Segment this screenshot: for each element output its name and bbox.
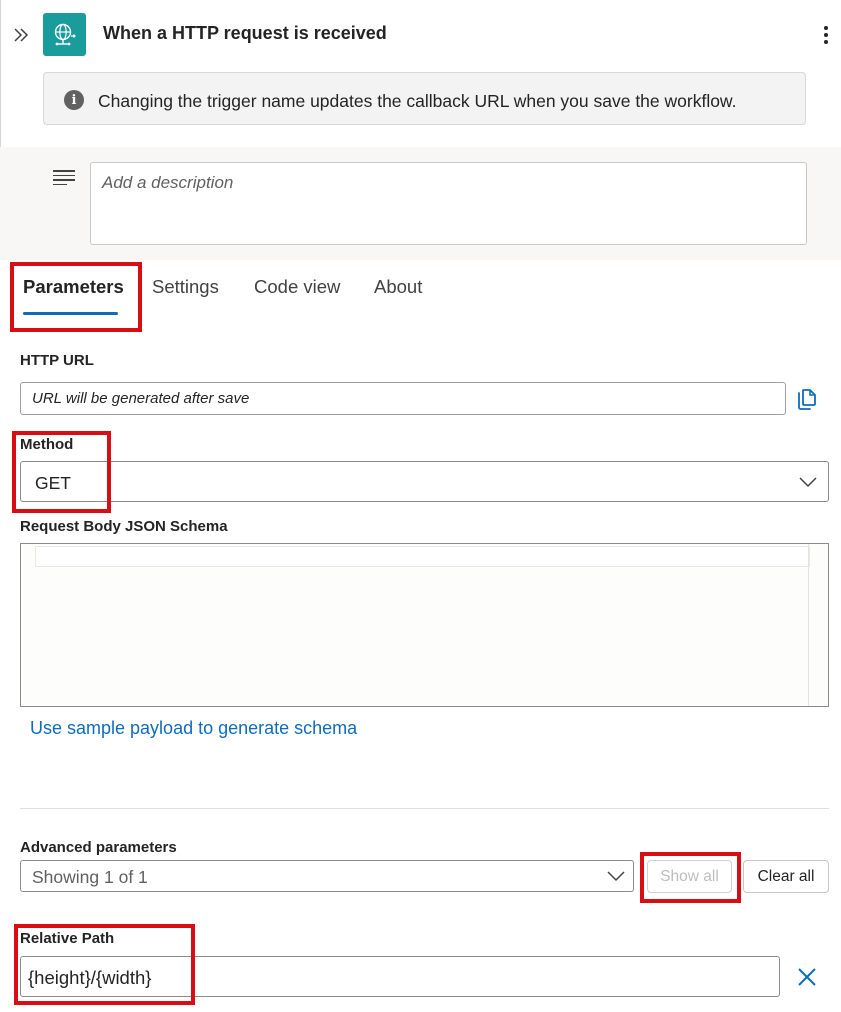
highlight-box-parameters-tab	[10, 262, 142, 332]
clear-all-button[interactable]: Clear all	[743, 860, 829, 893]
chevron-down-icon	[799, 477, 817, 488]
schema-editor-scrollbar[interactable]	[808, 544, 809, 706]
method-dropdown[interactable]: GET	[20, 461, 829, 502]
copy-url-button[interactable]	[796, 387, 820, 411]
advanced-parameters-label: Advanced parameters	[20, 839, 177, 856]
advanced-parameters-value: Showing 1 of 1	[32, 867, 148, 887]
info-banner-text: Changing the trigger name updates the ca…	[98, 91, 737, 111]
trigger-icon-tile	[43, 13, 86, 56]
trigger-title[interactable]: When a HTTP request is received	[103, 23, 387, 44]
tab-code-view[interactable]: Code view	[254, 276, 340, 298]
sample-payload-link[interactable]: Use sample payload to generate schema	[30, 718, 357, 739]
description-input[interactable]: Add a description	[90, 162, 807, 245]
schema-editor-current-line	[35, 546, 810, 567]
http-url-label: HTTP URL	[20, 352, 94, 369]
highlight-box-show-all	[640, 852, 741, 903]
close-icon	[798, 968, 816, 986]
tab-about[interactable]: About	[374, 276, 422, 298]
chevron-down-icon	[607, 871, 625, 882]
collapse-panel-button[interactable]	[10, 24, 32, 46]
globe-network-icon	[54, 23, 76, 45]
description-lines-icon	[53, 170, 75, 185]
section-divider	[20, 808, 829, 809]
copy-icon	[798, 389, 816, 410]
remove-relative-path-button[interactable]	[796, 966, 818, 988]
more-vertical-icon	[824, 26, 828, 30]
info-icon: i	[64, 90, 84, 110]
tab-settings[interactable]: Settings	[152, 276, 219, 298]
info-banner: i Changing the trigger name updates the …	[43, 72, 806, 125]
advanced-parameters-dropdown[interactable]: Showing 1 of 1	[20, 860, 634, 892]
double-chevron-right-icon	[14, 28, 29, 42]
more-options-button[interactable]	[818, 24, 834, 46]
schema-label: Request Body JSON Schema	[20, 518, 228, 535]
http-url-field[interactable]: URL will be generated after save	[20, 382, 786, 415]
highlight-box-method	[12, 431, 111, 513]
highlight-box-relative-path	[14, 924, 195, 1005]
schema-editor[interactable]	[20, 543, 829, 707]
